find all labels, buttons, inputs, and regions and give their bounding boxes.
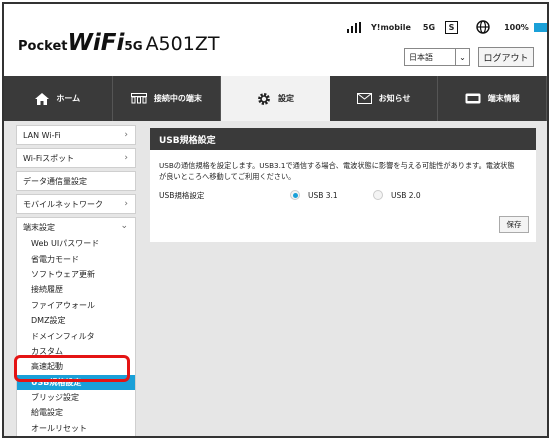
globe-icon [476,20,490,34]
sidebar-item-label: Wi-Fiスポット [23,153,75,163]
sidebar-group-header[interactable]: 端末設定 ⌄ [17,218,135,236]
sidebar-item-data-usage[interactable]: データ通信量設定 [16,171,136,191]
chevron-right-icon: › [124,199,128,209]
sidebar-subitem[interactable]: ファイアウォール [17,298,135,313]
carrier-name: Y!mobile [371,22,411,32]
sidebar-subitem[interactable]: Web UIパスワード [17,236,135,251]
logo-text-wifi: WiFi [67,30,125,56]
gear-icon [258,92,270,105]
devices-icon [130,93,147,104]
device-info-icon [465,93,481,104]
radio-usb31[interactable]: USB 3.1 [290,190,338,200]
tab-device-info[interactable]: 端末情報 [438,76,547,121]
sidebar-group-device-settings: 端末設定 ⌄ Web UIパスワード 省電力モード ソフトウェア更新 接続履歴 … [16,217,136,436]
tab-notifications[interactable]: お知らせ [330,76,439,121]
sidebar-item-label: モバイルネットワーク [23,199,103,209]
sidebar: LAN Wi-Fi › Wi-Fiスポット › データ通信量設定 モバイルネット… [16,125,136,436]
save-button[interactable]: 保存 [499,216,529,233]
settings-panel: USB規格設定 USBの通信規格を設定します。USB3.1で通信する場合、電波状… [150,128,536,242]
tab-settings[interactable]: 設定 [221,76,330,121]
sidebar-item-label: LAN Wi-Fi [23,130,61,140]
tab-connected-devices[interactable]: 接続中の端末 [113,76,222,121]
sidebar-subitem[interactable]: ドメインフィルタ [17,328,135,343]
radio-selected-icon [290,190,300,200]
signal-bars-icon [347,21,363,33]
radio-unselected-icon [373,190,383,200]
radio-usb31-label: USB 3.1 [308,190,338,200]
tab-device-info-label: 端末情報 [487,94,520,103]
radio-usb20[interactable]: USB 2.0 [373,190,421,200]
radio-usb20-label: USB 2.0 [391,190,421,200]
sim-icon: S [445,20,459,34]
sidebar-subitem[interactable]: ブリッジ設定 [17,390,135,405]
logout-button[interactable]: ログアウト [478,47,534,67]
chevron-right-icon: › [124,130,128,140]
sidebar-subitem[interactable]: 給電設定 [17,405,135,420]
panel-title: USB規格設定 [150,128,536,150]
language-select-value: 日本語 [409,52,433,62]
tab-connected-devices-label: 接続中の端末 [153,94,202,103]
logo-text-5g: 5G [124,39,143,53]
sidebar-item-lan-wifi[interactable]: LAN Wi-Fi › [16,125,136,145]
sidebar-subitem[interactable]: 省電力モード [17,251,135,266]
sidebar-item-wifi-spot[interactable]: Wi-Fiスポット › [16,148,136,168]
network-type: 5G [422,22,436,32]
mail-icon [356,93,372,104]
tab-home-label: ホーム [56,94,81,103]
highlight-box [14,355,130,382]
browser-frame: PocketWiFi5G A501ZT Y!mobile 5G S 100% 日本… [2,2,549,438]
battery-level: 100% [504,22,529,32]
header: PocketWiFi5G A501ZT Y!mobile 5G S 100% 日本… [4,4,547,76]
chevron-right-icon: › [124,153,128,163]
sidebar-subitem[interactable]: ソフトウェア更新 [17,267,135,282]
sidebar-item-label: データ通信量設定 [23,176,87,186]
usb-setting-label: USB規格設定 [159,191,205,200]
home-icon [35,92,50,105]
sidebar-subitem[interactable]: 接続履歴 [17,282,135,297]
sidebar-subitem[interactable]: DMZ設定 [17,313,135,328]
sidebar-item-mobile-network[interactable]: モバイルネットワーク › [16,194,136,214]
content-area: LAN Wi-Fi › Wi-Fiスポット › データ通信量設定 モバイルネット… [4,121,547,436]
panel-description: USBの通信規格を設定します。USB3.1で通信する場合、電波状態に影響を与える… [159,161,515,181]
tab-settings-label: 設定 [278,94,294,103]
tab-notifications-label: お知らせ [378,94,411,103]
logo-text-pocket: Pocket [18,39,68,54]
chevron-down-icon: ⌄ [120,221,128,231]
chevron-down-icon: ⌄ [455,49,469,65]
sidebar-group-label: 端末設定 [23,222,55,232]
sidebar-subitem[interactable]: オールリセット [17,421,135,436]
main-nav: ホーム 接続中の端末 設定 お知らせ 端末情報 [4,76,547,121]
battery-icon [533,22,547,32]
status-bar: Y!mobile 5G S 100% [347,20,547,34]
tab-home[interactable]: ホーム [4,76,113,121]
product-logo: PocketWiFi5G A501ZT [18,32,219,55]
language-select[interactable]: 日本語 ⌄ [404,48,470,66]
logo-text-model: A501ZT [145,33,220,55]
